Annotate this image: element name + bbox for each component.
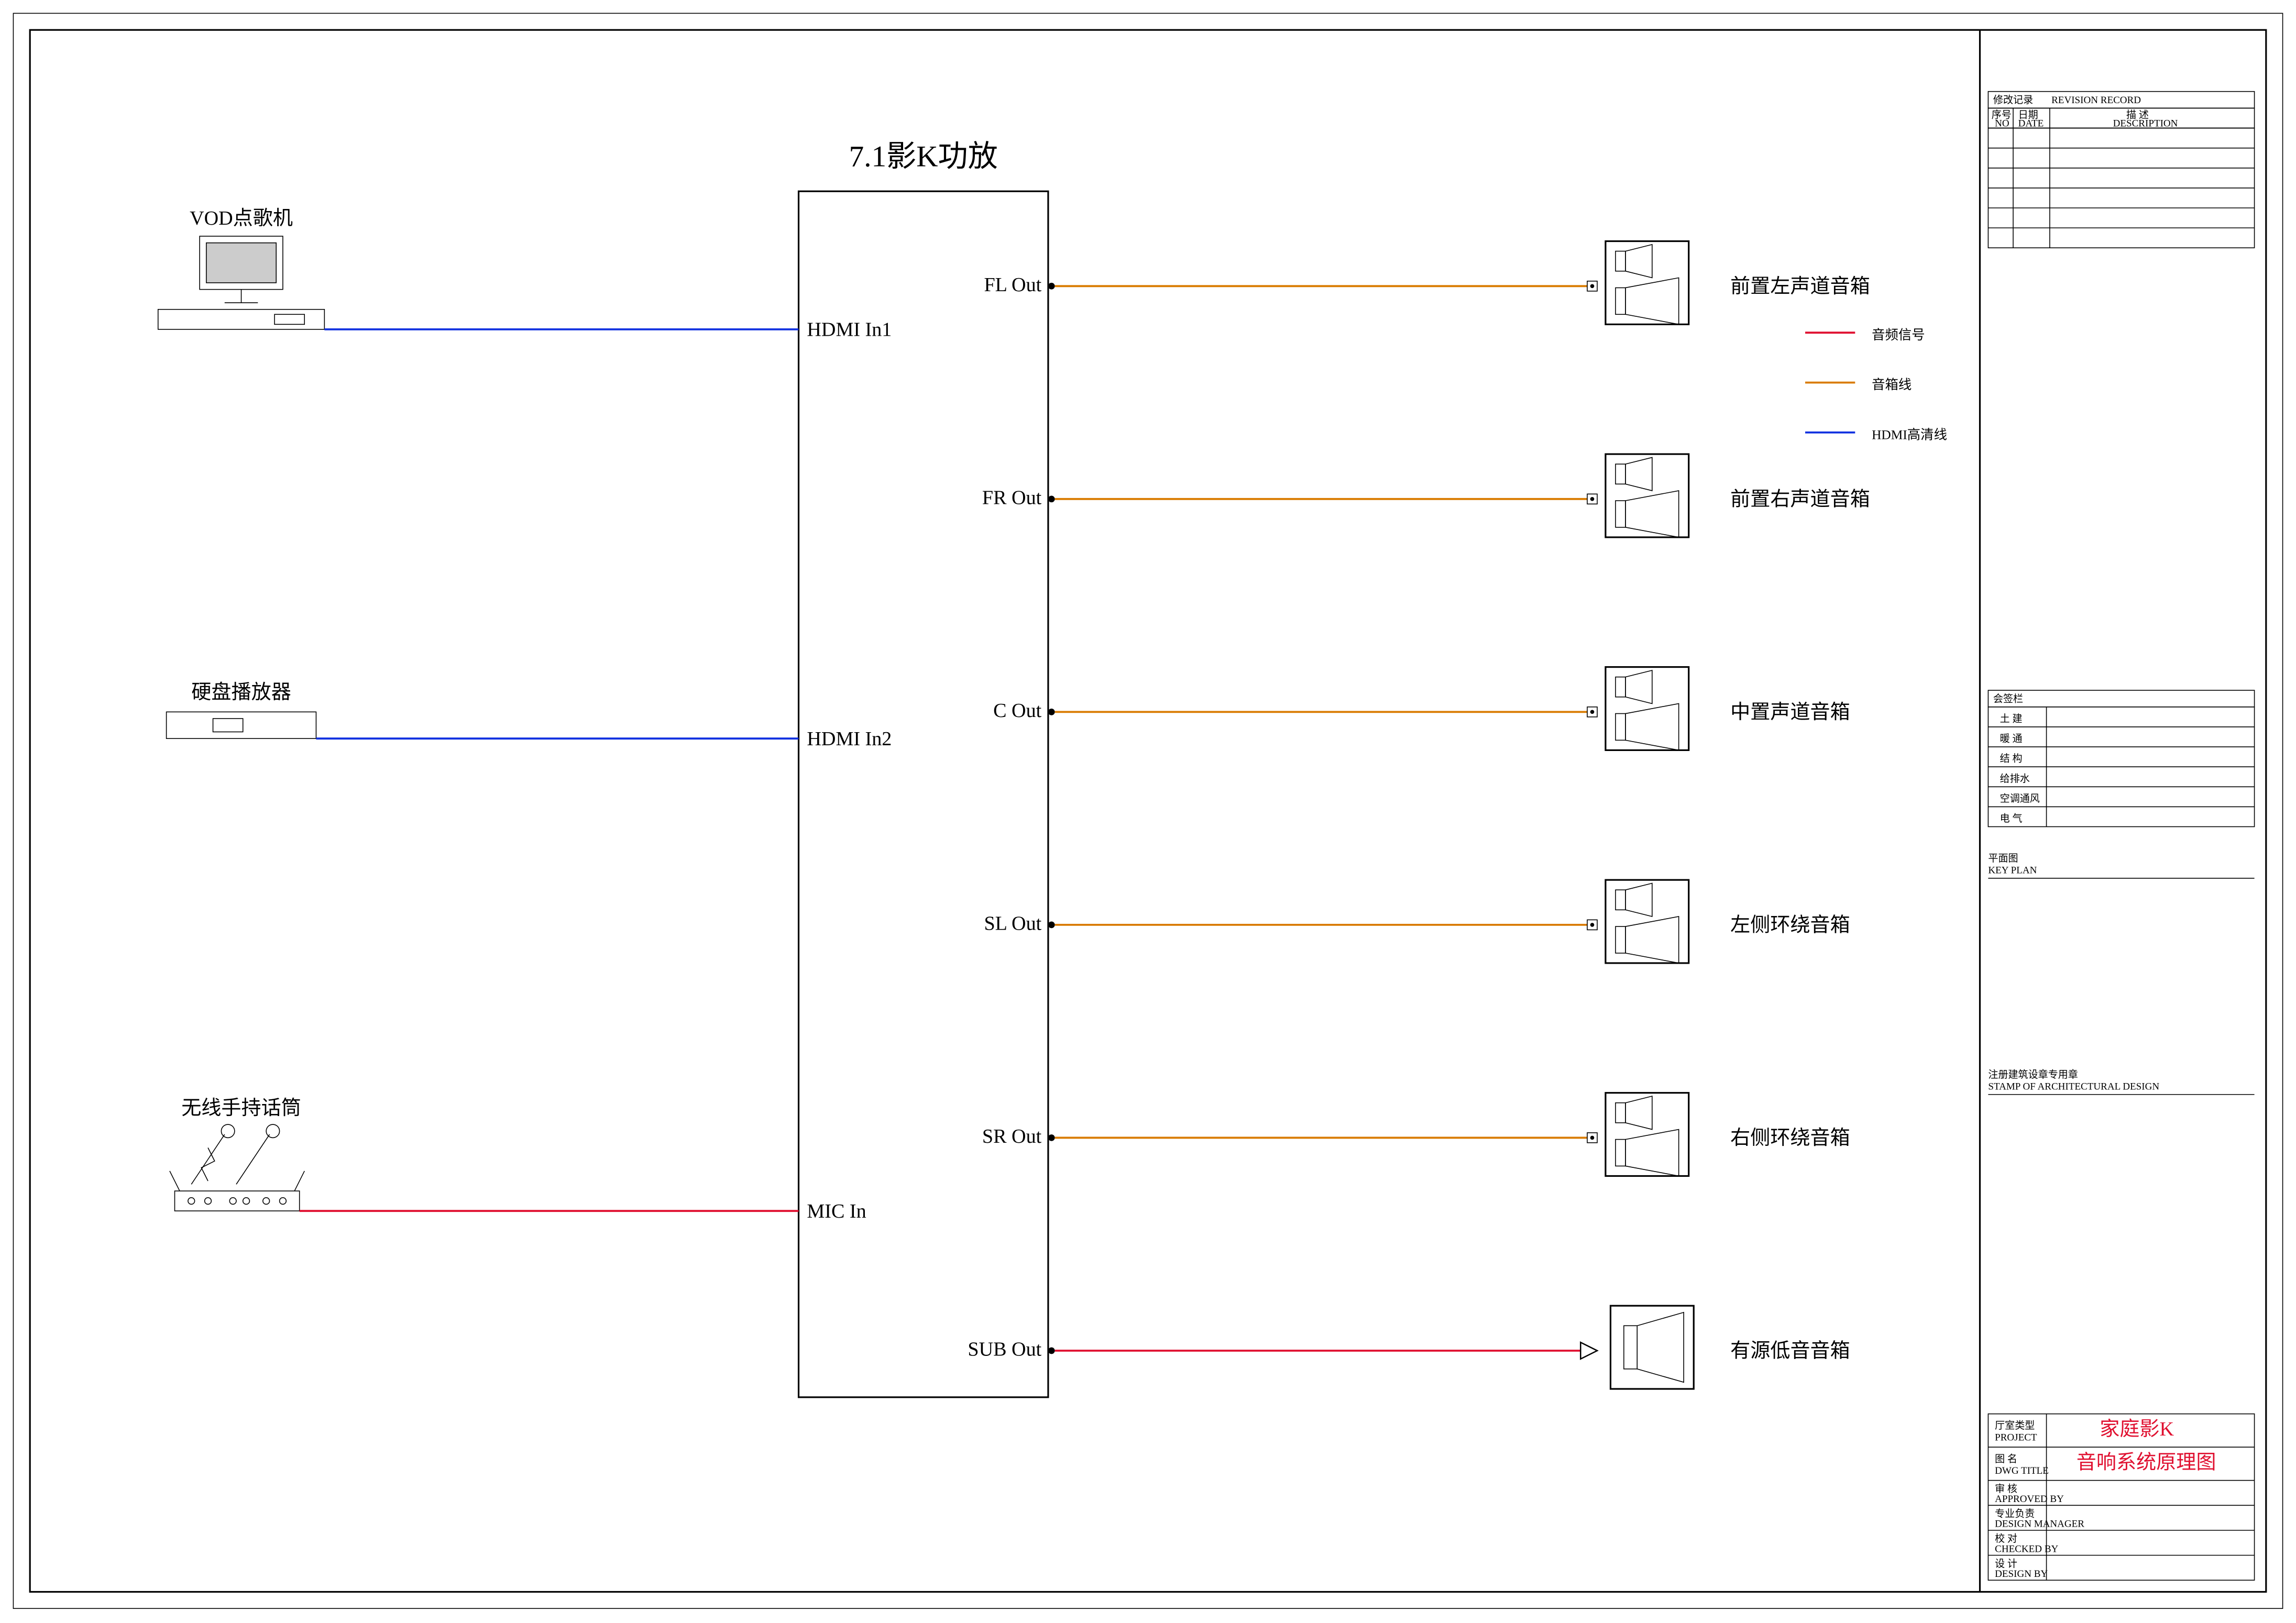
hdmi-in1-label: HDMI In1 xyxy=(807,319,892,341)
svg-text:会签栏: 会签栏 xyxy=(1993,693,2023,704)
svg-text:CHECKED BY: CHECKED BY xyxy=(1995,1543,2058,1554)
output-sr: SR Out 右侧环绕音箱 xyxy=(982,1093,1850,1176)
sub-speaker-label: 有源低音音箱 xyxy=(1730,1340,1850,1362)
hdd-label: 硬盘播放器 xyxy=(191,681,291,703)
sl-port-label: SL Out xyxy=(984,912,1041,934)
fr-speaker-label: 前置右声道音箱 xyxy=(1730,488,1870,511)
legend-audio: 音频信号 xyxy=(1872,328,1925,343)
svg-text:结 构: 结 构 xyxy=(2000,753,2023,765)
drawing-title-value: 音响系统原理图 xyxy=(2077,1451,2216,1473)
revision-table: 修改记录 REVISION RECORD 序号 NO 日期 DATE 描 述 D… xyxy=(1988,92,2254,248)
c-port-label: C Out xyxy=(993,700,1042,722)
stamp-hdr: 注册建筑设章专用章 xyxy=(1988,1069,2078,1080)
sl-speaker-label: 左侧环绕音箱 xyxy=(1730,914,1850,936)
svg-text:NO: NO xyxy=(1995,118,2009,129)
svg-text:土 建: 土 建 xyxy=(2000,713,2023,724)
output-sl: SL Out 左侧环绕音箱 xyxy=(984,880,1850,963)
signature-table: 会签栏 土 建 暖 通 结 构 给排水 空调通风 电 气 xyxy=(1988,690,2254,826)
sr-port-label: SR Out xyxy=(982,1125,1042,1147)
hdd-box-icon xyxy=(167,712,316,738)
sr-speaker-label: 右侧环绕音箱 xyxy=(1730,1127,1850,1149)
svg-text:设 计: 设 计 xyxy=(1995,1558,2017,1570)
fr-port-label: FR Out xyxy=(982,487,1042,509)
svg-text:专业负责: 专业负责 xyxy=(1995,1508,2035,1520)
mic-in-label: MIC In xyxy=(807,1200,866,1222)
svg-text:暖 通: 暖 通 xyxy=(2000,733,2023,745)
svg-text:STAMP OF ARCHITECTURAL DESIGN: STAMP OF ARCHITECTURAL DESIGN xyxy=(1988,1081,2159,1092)
sub-port-label: SUB Out xyxy=(968,1339,1041,1361)
fl-port-label: FL Out xyxy=(984,274,1041,296)
svg-text:DESCRIPTION: DESCRIPTION xyxy=(2113,118,2178,129)
svg-text:DATE: DATE xyxy=(2018,118,2044,129)
sl-speaker-icon xyxy=(1606,880,1689,963)
c-speaker-icon xyxy=(1606,667,1689,750)
sub-speaker-icon xyxy=(1610,1306,1694,1389)
output-fl: FL Out 前置左声道音箱 xyxy=(984,241,1870,325)
svg-text:APPROVED BY: APPROVED BY xyxy=(1995,1494,2064,1505)
svg-text:修改记录: 修改记录 xyxy=(1993,94,2033,106)
vod-source: VOD点歌机 xyxy=(158,207,325,329)
svg-text:厅室类型: 厅室类型 xyxy=(1995,1420,2035,1431)
c-speaker-label: 中置声道音箱 xyxy=(1730,701,1850,723)
legend-speaker: 音箱线 xyxy=(1872,378,1911,392)
svg-text:电 气: 电 气 xyxy=(2000,813,2023,824)
svg-text:给排水: 给排水 xyxy=(2000,773,2030,785)
fl-speaker-icon xyxy=(1606,241,1689,325)
output-sub: SUB Out 有源低音音箱 xyxy=(968,1306,1850,1389)
svg-text:DESIGN MANAGER: DESIGN MANAGER xyxy=(1995,1519,2084,1530)
project-value: 家庭影K xyxy=(2100,1418,2174,1440)
vod-screen xyxy=(206,243,276,283)
mic-receiver-icon xyxy=(174,1191,299,1211)
sr-speaker-icon xyxy=(1606,1093,1689,1176)
hdmi-in2-label: HDMI In2 xyxy=(807,728,892,750)
svg-text:KEY PLAN: KEY PLAN xyxy=(1988,865,2037,876)
diagram-canvas: 7.1影K功放 VOD点歌机 HDMI In1 硬盘播放器 HDMI In2 无… xyxy=(0,0,2296,1622)
mic-label: 无线手持话筒 xyxy=(181,1097,301,1119)
hdd-source: 硬盘播放器 xyxy=(167,681,316,738)
output-fr: FR Out 前置右声道音箱 xyxy=(982,454,1870,537)
microphone-icon xyxy=(191,1124,279,1184)
vod-base-icon xyxy=(158,310,325,329)
legend-hdmi: HDMI高清线 xyxy=(1872,427,1947,442)
keyplan-hdr: 平面图 xyxy=(1988,853,2018,864)
frame-inner xyxy=(30,30,2266,1592)
legend: 音频信号 音箱线 HDMI高清线 xyxy=(1805,328,1947,443)
svg-text:DWG TITLE: DWG TITLE xyxy=(1995,1465,2049,1476)
fl-speaker-label: 前置左声道音箱 xyxy=(1730,275,1870,297)
svg-text:REVISION RECORD: REVISION RECORD xyxy=(2051,95,2141,106)
outputs-group: FL Out 前置左声道音箱 FR Out 前置右声道音箱 C Out 中置声道… xyxy=(968,241,1870,1389)
frame-outer xyxy=(13,13,2282,1608)
svg-text:图 名: 图 名 xyxy=(1995,1453,2017,1465)
amp-title: 7.1影K功放 xyxy=(849,140,998,173)
svg-text:PROJECT: PROJECT xyxy=(1995,1432,2037,1443)
fr-speaker-icon xyxy=(1606,454,1689,537)
info-rows: 厅室类型 PROJECT 家庭影K 图 名 DWG TITLE 音响系统原理图 … xyxy=(1988,1414,2254,1581)
mic-source: 无线手持话筒 xyxy=(170,1097,304,1211)
svg-text:审 核: 审 核 xyxy=(1995,1483,2017,1495)
svg-text:空调通风: 空调通风 xyxy=(2000,793,2040,804)
svg-text:DESIGN BY: DESIGN BY xyxy=(1995,1569,2048,1580)
output-c: C Out 中置声道音箱 xyxy=(993,667,1850,750)
svg-text:校 对: 校 对 xyxy=(1995,1533,2017,1544)
title-block: 修改记录 REVISION RECORD 序号 NO 日期 DATE 描 述 D… xyxy=(1988,92,2254,1581)
vod-label: VOD点歌机 xyxy=(190,207,293,229)
